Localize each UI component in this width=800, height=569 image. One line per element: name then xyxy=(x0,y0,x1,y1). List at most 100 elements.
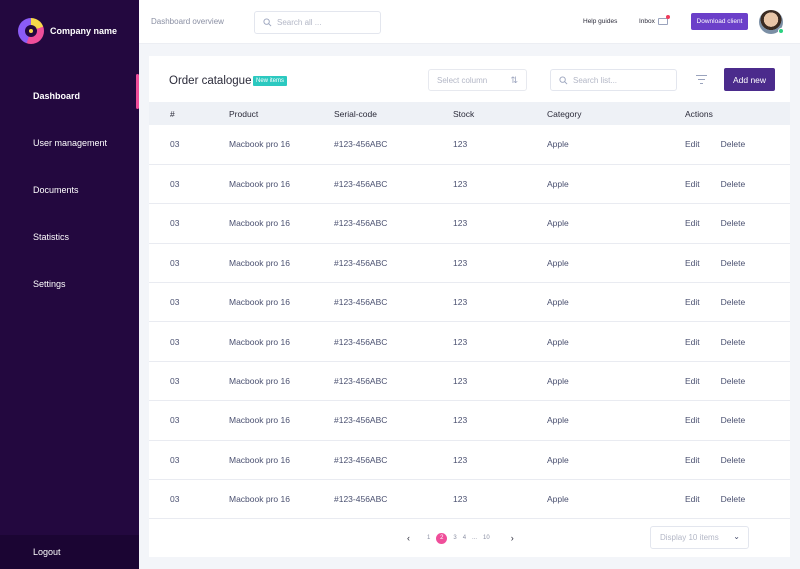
chevron-left-icon[interactable]: ‹ xyxy=(407,533,410,543)
table-row[interactable]: 03 Macbook pro 16 #123-456ABC 123 Apple Edit D… xyxy=(149,400,790,441)
display-items-dropdown[interactable]: Display 10 items ⌄ xyxy=(650,526,749,549)
select-column-dropdown[interactable]: Select column ⇅ xyxy=(428,69,527,91)
logout-button[interactable]: Logout xyxy=(0,535,139,569)
row-product: Macbook pro 16 xyxy=(229,321,334,362)
edit-link[interactable]: Edit xyxy=(685,455,700,465)
edit-link[interactable]: Edit xyxy=(685,337,700,347)
edit-link[interactable]: Edit xyxy=(685,218,700,228)
sidebar-item-user-management[interactable]: User management xyxy=(0,119,139,166)
order-catalogue-card: Order catalogue New items Select column … xyxy=(149,56,790,557)
row-category: Apple xyxy=(547,243,685,284)
row-actions: Edit Delete xyxy=(685,321,790,362)
order-table: # Product Serial-code Stock Category Act… xyxy=(149,102,790,520)
online-status-icon xyxy=(778,28,784,34)
row-actions: Edit Delete xyxy=(685,282,790,323)
edit-link[interactable]: Edit xyxy=(685,415,700,425)
row-category: Apple xyxy=(547,282,685,323)
row-product: Macbook pro 16 xyxy=(229,243,334,284)
delete-link[interactable]: Delete xyxy=(721,337,746,347)
company-name: Company name xyxy=(50,26,118,36)
table-row[interactable]: 03 Macbook pro 16 #123-456ABC 123 Apple Edit D… xyxy=(149,282,790,323)
row-product: Macbook pro 16 xyxy=(229,282,334,323)
search-icon xyxy=(263,18,272,27)
delete-link[interactable]: Delete xyxy=(721,376,746,386)
row-product: Macbook pro 16 xyxy=(229,125,334,165)
row-category: Apple xyxy=(547,361,685,402)
table-row[interactable]: 03 Macbook pro 16 #123-456ABC 123 Apple Edit D… xyxy=(149,479,790,520)
list-search[interactable] xyxy=(550,69,677,91)
row-actions: Edit Delete xyxy=(685,400,790,441)
delete-link[interactable]: Delete xyxy=(721,494,746,504)
table-row[interactable]: 03 Macbook pro 16 #123-456ABC 123 Apple Edit D… xyxy=(149,361,790,402)
delete-link[interactable]: Delete xyxy=(721,258,746,268)
edit-link[interactable]: Edit xyxy=(685,494,700,504)
delete-link[interactable]: Delete xyxy=(721,455,746,465)
row-serial-code: #123-456ABC xyxy=(334,479,453,520)
row-actions: Edit Delete xyxy=(685,164,790,205)
inbox-link[interactable]: Inbox xyxy=(639,15,670,25)
company-logo-icon xyxy=(18,18,44,44)
user-avatar[interactable] xyxy=(759,10,784,34)
row-actions: Edit Delete xyxy=(685,243,790,284)
pagination: ‹ 1 2 3 4 ... 10 › xyxy=(407,532,514,544)
row-stock: 123 xyxy=(453,125,547,165)
page-10[interactable]: 10 xyxy=(483,535,490,541)
edit-link[interactable]: Edit xyxy=(685,139,700,149)
edit-link[interactable]: Edit xyxy=(685,179,700,189)
sidebar-item-documents[interactable]: Documents xyxy=(0,166,139,213)
page-2[interactable]: 2 xyxy=(436,532,448,544)
delete-link[interactable]: Delete xyxy=(721,139,746,149)
add-new-button[interactable]: Add new xyxy=(724,68,775,91)
table-row[interactable]: 03 Macbook pro 16 #123-456ABC 123 Apple Edit D… xyxy=(149,440,790,481)
table-header-row: # Product Serial-code Stock Category Act… xyxy=(149,102,790,125)
table-row[interactable]: 03 Macbook pro 16 #123-456ABC 123 Apple Edit D… xyxy=(149,321,790,362)
global-search-input[interactable] xyxy=(277,18,367,27)
breadcrumb[interactable]: Dashboard overview xyxy=(151,17,224,26)
row-category: Apple xyxy=(547,479,685,520)
brand[interactable]: Company name xyxy=(18,18,117,44)
inbox-label: Inbox xyxy=(639,18,655,25)
global-search[interactable] xyxy=(254,11,381,34)
row-serial-code: #123-456ABC xyxy=(334,125,453,165)
filter-icon[interactable] xyxy=(696,75,707,85)
table-row[interactable]: 03 Macbook pro 16 #123-456ABC 123 Apple Edit D… xyxy=(149,203,790,244)
topbar: Dashboard overview Help guides Inbox Dow… xyxy=(139,0,800,44)
row-product: Macbook pro 16 xyxy=(229,440,334,481)
delete-link[interactable]: Delete xyxy=(721,218,746,228)
row-number: 03 xyxy=(149,361,229,402)
delete-link[interactable]: Delete xyxy=(721,297,746,307)
row-product: Macbook pro 16 xyxy=(229,164,334,205)
delete-link[interactable]: Delete xyxy=(721,179,746,189)
page-4[interactable]: 4 xyxy=(463,535,466,541)
row-stock: 123 xyxy=(453,203,547,244)
row-product: Macbook pro 16 xyxy=(229,479,334,520)
row-stock: 123 xyxy=(453,282,547,323)
download-client-button[interactable]: Download client xyxy=(691,13,748,30)
sidebar-item-settings[interactable]: Settings xyxy=(0,260,139,307)
inbox-icon xyxy=(657,15,670,25)
table-row[interactable]: 03 Macbook pro 16 #123-456ABC 123 Apple Edit D… xyxy=(149,243,790,284)
page-3[interactable]: 3 xyxy=(453,535,456,541)
table-row[interactable]: 03 Macbook pro 16 #123-456ABC 123 Apple Edit D… xyxy=(149,164,790,205)
column-header-stock[interactable]: Stock xyxy=(453,102,547,125)
column-header-product[interactable]: Product xyxy=(229,102,334,125)
help-guides-link[interactable]: Help guides xyxy=(583,18,617,25)
edit-link[interactable]: Edit xyxy=(685,376,700,386)
column-header-serial-code[interactable]: Serial-code xyxy=(334,102,453,125)
edit-link[interactable]: Edit xyxy=(685,297,700,307)
column-header-number[interactable]: # xyxy=(149,102,229,125)
row-number: 03 xyxy=(149,400,229,441)
chevron-right-icon[interactable]: › xyxy=(511,533,514,543)
edit-link[interactable]: Edit xyxy=(685,258,700,268)
list-search-input[interactable] xyxy=(573,75,668,85)
table-row[interactable]: 03 Macbook pro 16 #123-456ABC 123 Apple Edit D… xyxy=(149,125,790,165)
sidebar-item-statistics[interactable]: Statistics xyxy=(0,213,139,260)
row-number: 03 xyxy=(149,321,229,362)
display-items-label: Display 10 items xyxy=(660,533,719,542)
row-stock: 123 xyxy=(453,164,547,205)
row-actions: Edit Delete xyxy=(685,479,790,520)
delete-link[interactable]: Delete xyxy=(721,415,746,425)
page-1[interactable]: 1 xyxy=(427,535,430,541)
column-header-category[interactable]: Category xyxy=(547,102,685,125)
sidebar-item-dashboard[interactable]: Dashboard xyxy=(0,72,139,119)
